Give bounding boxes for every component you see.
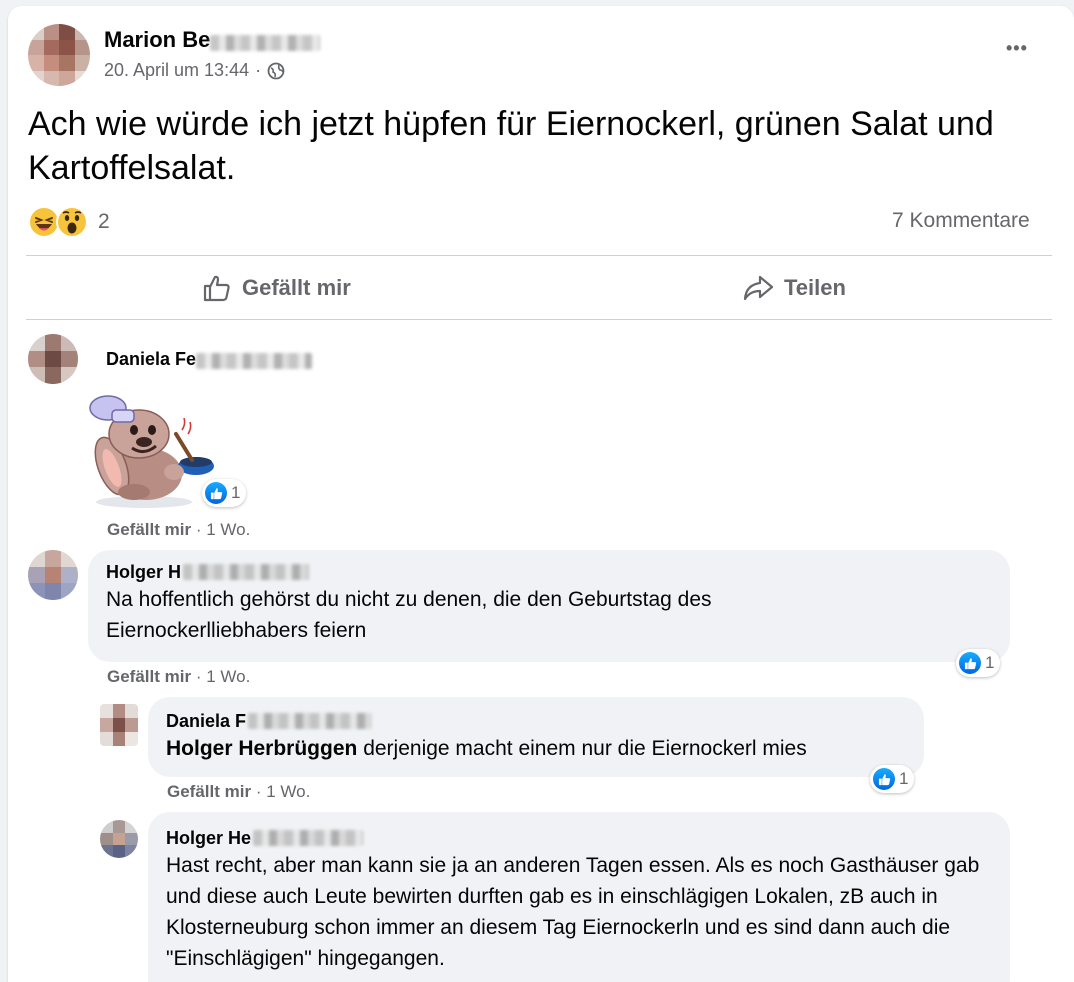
reply-bubble: Daniela F Holger Herbrüggen derjenige ma… — [148, 697, 924, 777]
comment-reaction[interactable]: 1 — [870, 765, 915, 793]
globe-icon[interactable] — [267, 62, 285, 80]
divider-top — [26, 255, 1052, 256]
redacted-name — [253, 830, 364, 846]
comment-reaction-count: 1 — [899, 769, 909, 788]
comment-count-link[interactable]: 7 Kommentare — [892, 209, 1030, 233]
post-author-name[interactable]: Marion Be — [104, 27, 321, 53]
post-timestamp[interactable]: 20. April um 13:44 — [104, 60, 249, 81]
comment-avatar[interactable] — [28, 334, 78, 384]
comment-like-link[interactable]: Gefällt mir — [107, 667, 191, 686]
reaction-summary[interactable]: 2 — [28, 206, 110, 238]
wow-emoji-icon — [56, 206, 88, 238]
like-button-label: Gefällt mir — [242, 275, 351, 300]
meta-separator: · — [195, 667, 202, 686]
reply-author: Daniela F — [166, 709, 906, 733]
reply-author: Holger He — [166, 826, 992, 850]
reply-text: Holger Herbrüggen derjenige macht einem … — [166, 733, 906, 764]
post-author-avatar[interactable] — [28, 24, 90, 86]
post-text: Ach wie würde ich jetzt hüpfen für Eiern… — [28, 105, 994, 187]
reply-bubble: Holger He Hast recht, aber man kann sie … — [148, 812, 1010, 982]
comment-reaction-count: 1 — [985, 653, 995, 672]
comment-reaction[interactable]: 1 — [202, 479, 247, 507]
redacted-name — [196, 352, 313, 369]
comment-time[interactable]: 1 Wo. — [206, 667, 250, 686]
reaction-count: 2 — [98, 210, 110, 233]
divider-bottom — [26, 319, 1052, 320]
redacted-name — [183, 564, 310, 580]
share-button-label: Teilen — [784, 275, 846, 300]
more-options-icon[interactable]: ••• — [1006, 38, 1028, 59]
reply-author-name[interactable]: Holger He — [166, 826, 251, 850]
comment-text: Na hoffentlich gehörst du nicht zu denen… — [106, 588, 712, 642]
comment-reaction[interactable]: 1 — [956, 649, 1001, 677]
reply-text-body: derjenige macht einem nur die Eiernocker… — [357, 737, 807, 760]
like-button[interactable]: Gefällt mir — [202, 268, 351, 308]
comment-bubble: Holger H Na hoffentlich gehörst du nicht… — [88, 550, 1010, 662]
reply-meta: Gefällt mir · 1 Wo. — [167, 782, 310, 802]
post-meta: 20. April um 13:44 · — [104, 60, 285, 81]
redacted-name — [248, 713, 373, 729]
comment-like-link[interactable]: Gefällt mir — [167, 782, 251, 801]
comment-author: Holger H — [106, 560, 992, 584]
mention-link[interactable]: Holger Herbrüggen — [166, 737, 357, 760]
comment-meta: Gefällt mir · 1 Wo. — [107, 520, 250, 540]
comment-time[interactable]: 1 Wo. — [206, 520, 250, 539]
meta-separator: · — [195, 520, 202, 539]
comment-time[interactable]: 1 Wo. — [266, 782, 310, 801]
like-reaction-icon — [205, 482, 227, 504]
comment-reaction-count: 1 — [231, 483, 241, 502]
meta-separator: · — [255, 60, 262, 80]
post-author-name-text[interactable]: Marion Be — [104, 27, 210, 52]
reply-avatar[interactable] — [100, 704, 138, 746]
reply-avatar[interactable] — [100, 820, 138, 858]
redacted-name — [210, 34, 321, 51]
comment-like-link[interactable]: Gefällt mir — [107, 520, 191, 539]
like-reaction-icon — [873, 768, 895, 790]
comment-avatar[interactable] — [28, 550, 78, 600]
reply-author-name[interactable]: Daniela F — [166, 709, 246, 733]
comment-meta: Gefällt mir · 1 Wo. — [107, 667, 250, 687]
share-button[interactable]: Teilen — [742, 268, 846, 308]
meta-separator: · — [255, 782, 262, 801]
reply-text: Hast recht, aber man kann sie ja an ande… — [166, 854, 980, 970]
comment-author-name[interactable]: Daniela Fe — [106, 349, 196, 369]
comment-author-name[interactable]: Holger H — [106, 560, 181, 584]
comment-author[interactable]: Daniela Fe — [106, 347, 313, 371]
like-reaction-icon — [959, 652, 981, 674]
share-arrow-icon — [742, 273, 774, 303]
thumbs-up-icon — [202, 273, 232, 303]
